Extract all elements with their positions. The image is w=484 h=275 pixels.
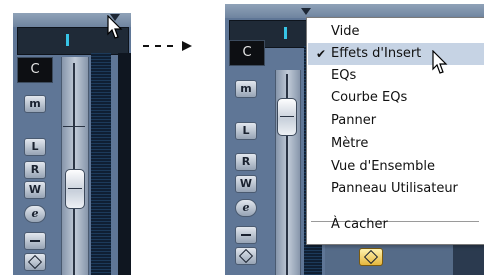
menu-item-a-cacher[interactable]: À cacher	[308, 214, 484, 236]
arrow-dash	[143, 45, 149, 47]
menu-item-courbe-eqs[interactable]: Courbe EQs	[308, 87, 484, 109]
meter-tick-marker	[284, 27, 287, 39]
channel-name-label: C	[229, 40, 265, 66]
menu-item-label: Effets d'Insert	[331, 46, 422, 61]
left-channel-strip: C m L R W e	[13, 13, 131, 275]
read-automation-button[interactable]: R	[24, 161, 46, 179]
menu-item-panner[interactable]: Panner	[308, 110, 484, 132]
menu-item-metre[interactable]: Mètre	[308, 133, 484, 155]
insert-bypass-icon[interactable]	[359, 248, 383, 266]
insert-bypass-icon[interactable]	[24, 253, 46, 271]
volume-fader-track[interactable]	[61, 57, 89, 275]
monitor-button[interactable]: m	[24, 95, 46, 113]
fader-knob-line	[68, 188, 82, 189]
fader-knob-line	[280, 116, 294, 117]
arrow-dash	[167, 45, 173, 47]
arrow-head-icon	[182, 41, 192, 51]
checkmark-icon: ✔	[316, 47, 327, 61]
edit-channel-button[interactable]: e	[24, 205, 46, 223]
menu-item-effets-insert[interactable]: ✔ Effets d'Insert	[308, 43, 484, 65]
read-automation-button[interactable]: R	[235, 153, 257, 171]
menu-item-label: Panneau Utilisateur	[331, 181, 458, 196]
channel-name-label: C	[17, 57, 53, 83]
menu-item-label: Mètre	[331, 136, 369, 151]
menu-item-panneau-utilisateur[interactable]: Panneau Utilisateur	[308, 178, 484, 200]
mouse-pointer-icon	[432, 50, 448, 74]
arrow-dash	[155, 45, 161, 47]
connection-icon[interactable]	[235, 226, 257, 244]
menu-item-label: Vide	[331, 24, 360, 39]
insert-bypass-icon[interactable]	[235, 247, 257, 265]
menu-item-vue-ensemble[interactable]: Vue d'Ensemble	[308, 156, 484, 178]
strip-view-context-menu: Vide ✔ Effets d'Insert EQs Courbe EQs Pa…	[306, 17, 484, 245]
zero-db-mark	[63, 126, 85, 127]
connection-icon[interactable]	[24, 232, 46, 250]
listen-button[interactable]: L	[24, 138, 46, 156]
meter-tick-marker	[66, 34, 69, 46]
strip-right-edge	[118, 53, 131, 275]
monitor-button[interactable]: m	[235, 80, 257, 98]
strip-header-bar[interactable]	[225, 4, 484, 18]
write-automation-button[interactable]: W	[24, 181, 46, 199]
menu-item-label: Courbe EQs	[331, 90, 408, 105]
level-meter	[91, 53, 111, 275]
volume-fader-knob[interactable]	[277, 98, 297, 136]
menu-item-label: Vue d'Ensemble	[331, 159, 435, 174]
edit-channel-button[interactable]: e	[235, 199, 257, 217]
menu-item-eqs[interactable]: EQs	[308, 65, 484, 87]
volume-fader-knob[interactable]	[65, 169, 85, 209]
menu-item-vide[interactable]: Vide	[308, 21, 484, 43]
write-automation-button[interactable]: W	[235, 175, 257, 193]
mouse-pointer-icon	[107, 15, 123, 39]
listen-button[interactable]: L	[235, 122, 257, 140]
menu-item-label: Panner	[331, 113, 377, 128]
dropdown-arrow-icon[interactable]	[301, 8, 311, 15]
strip-right-meter	[453, 243, 484, 275]
menu-item-label: EQs	[331, 68, 357, 83]
menu-item-label: À cacher	[331, 217, 388, 232]
